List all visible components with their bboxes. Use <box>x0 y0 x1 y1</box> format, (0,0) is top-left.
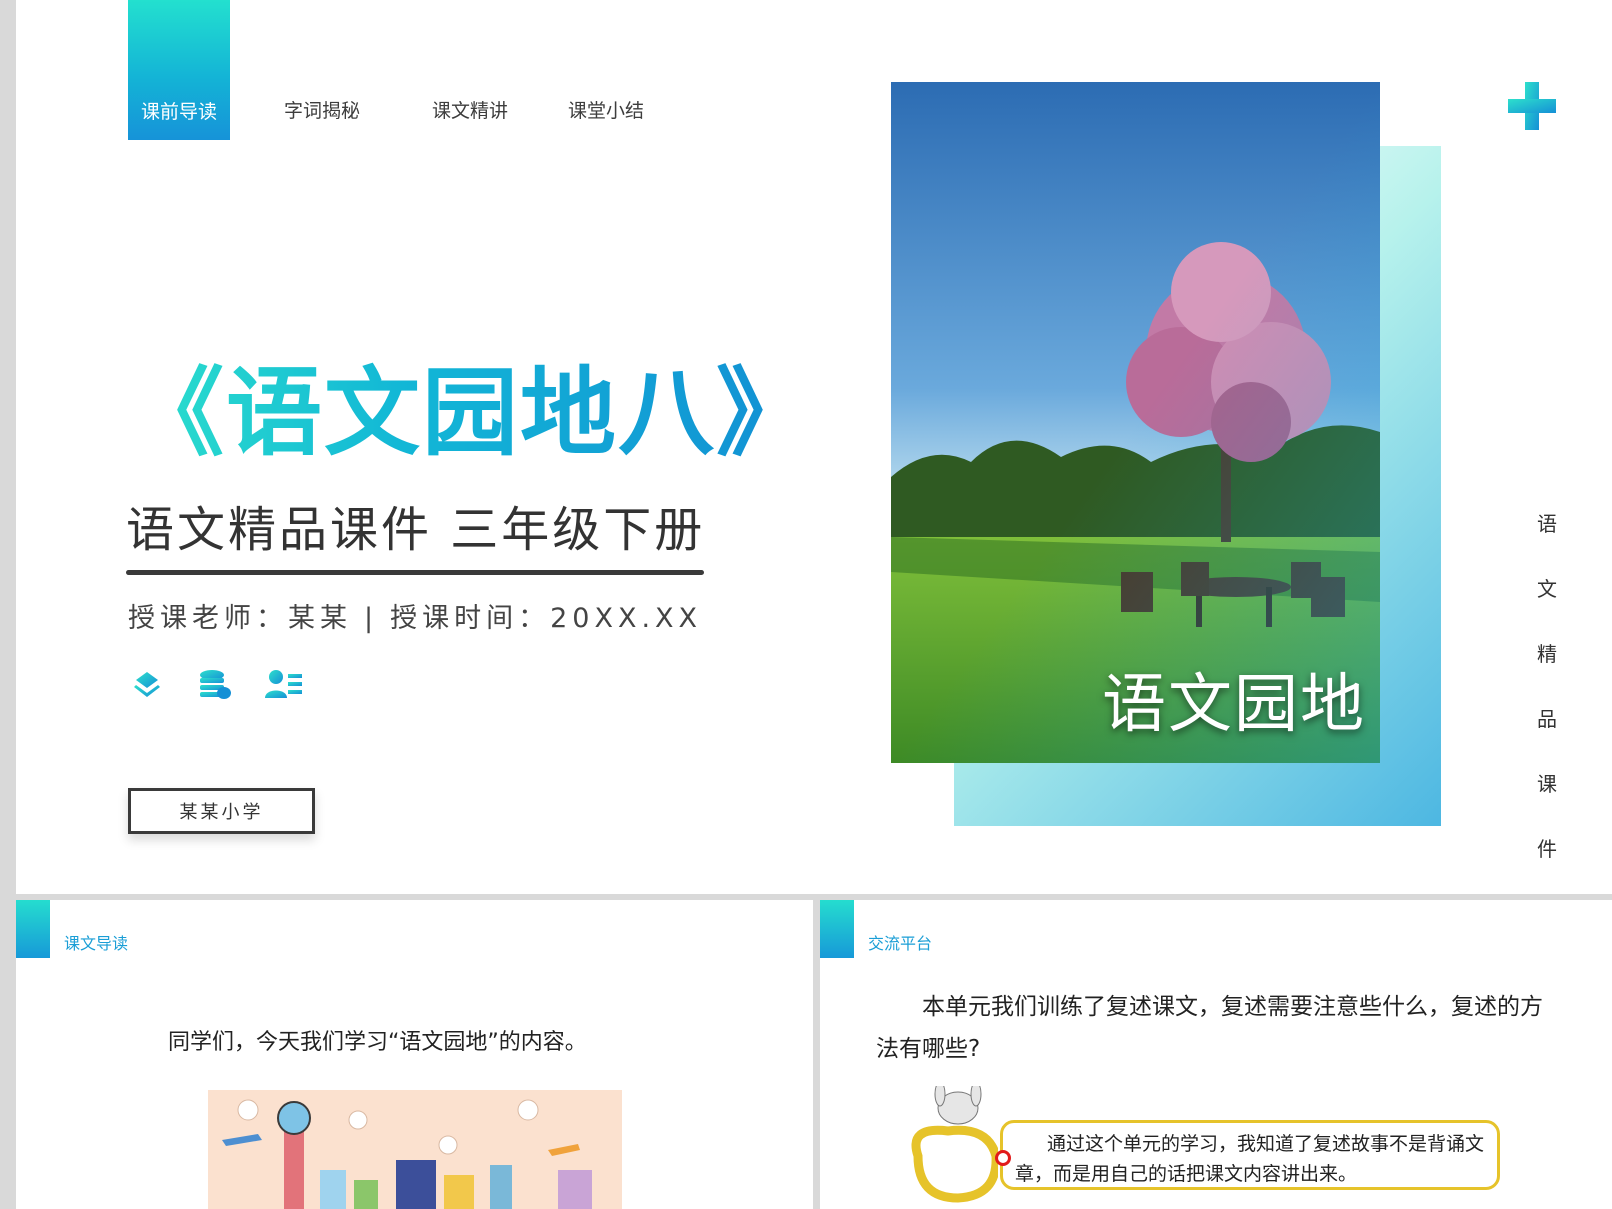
nav-tab-label: 课前导读 <box>140 101 217 123</box>
cartoon-city-image <box>208 1090 622 1209</box>
school-badge: 某某小学 <box>128 788 315 834</box>
discussion-question: 本单元我们训练了复述课文，复述需要注意些什么，复述的方法有哪些? <box>876 994 1543 1062</box>
photo-caption: 语文园地 <box>1102 668 1366 742</box>
page-title: 《语文园地八》 <box>128 335 814 474</box>
vertical-char: 课 <box>1537 772 1557 796</box>
slide-thumbnail-reading[interactable]: 课文导读 同学们，今天我们学习“语文园地”的内容。 <box>16 900 813 1209</box>
slide-thumbnail-discussion[interactable]: 交流平台 本单元我们训练了复述课文，复述需要注意些什么，复述的方法有哪些? 通过… <box>820 900 1612 1209</box>
cover-slide: 课前导读 字词揭秘 课文精讲 课堂小结 《语文园地八》 语文精品课件 三年级下册… <box>16 0 1612 894</box>
vertical-char: 文 <box>1537 577 1557 601</box>
vertical-char: 语 <box>1537 512 1557 536</box>
divider <box>126 570 704 575</box>
lesson-text: 同学们，今天我们学习“语文园地”的内容。 <box>168 1030 587 1055</box>
nav-tab-vocabulary[interactable]: 字词揭秘 <box>284 96 360 123</box>
section-marker <box>16 900 50 958</box>
teacher-name: 某某 <box>288 603 352 634</box>
coins-stack-icon <box>196 666 234 704</box>
layers-icon <box>128 666 166 704</box>
rabbit-illustration <box>908 1081 1001 1209</box>
vertical-char: 精 <box>1537 642 1557 666</box>
vertical-label: 语 文 精 品 课 件 <box>1532 508 1562 862</box>
section-marker <box>820 900 854 958</box>
time-value: 20XX.XX <box>550 603 703 634</box>
speech-bubble: 通过这个单元的学习，我知道了复述故事不是背诵文章，而是用自己的话把课文内容讲出来… <box>1000 1120 1500 1190</box>
separator: | <box>364 603 379 634</box>
user-list-icon <box>264 666 302 704</box>
nav-tab-preview[interactable]: 课前导读 <box>128 0 230 140</box>
teacher-label: 授课老师： <box>128 603 288 634</box>
vertical-char: 件 <box>1537 837 1557 861</box>
section-label: 课文导读 <box>64 934 129 953</box>
bubble-pointer <box>995 1150 1011 1166</box>
cover-photo: 语文园地 <box>891 82 1380 763</box>
icon-row <box>128 666 302 704</box>
time-label: 授课时间： <box>390 603 551 634</box>
section-label: 交流平台 <box>868 934 933 953</box>
plus-icon <box>1506 80 1558 132</box>
teacher-info: 授课老师：某某 | 授课时间：20XX.XX <box>128 596 702 635</box>
nav-tab-lesson[interactable]: 课文精讲 <box>432 96 508 123</box>
vertical-char: 品 <box>1537 707 1557 731</box>
subtitle: 语文精品课件 三年级下册 <box>126 502 706 558</box>
nav-tab-summary[interactable]: 课堂小结 <box>568 96 644 123</box>
school-name: 某某小学 <box>179 802 264 823</box>
